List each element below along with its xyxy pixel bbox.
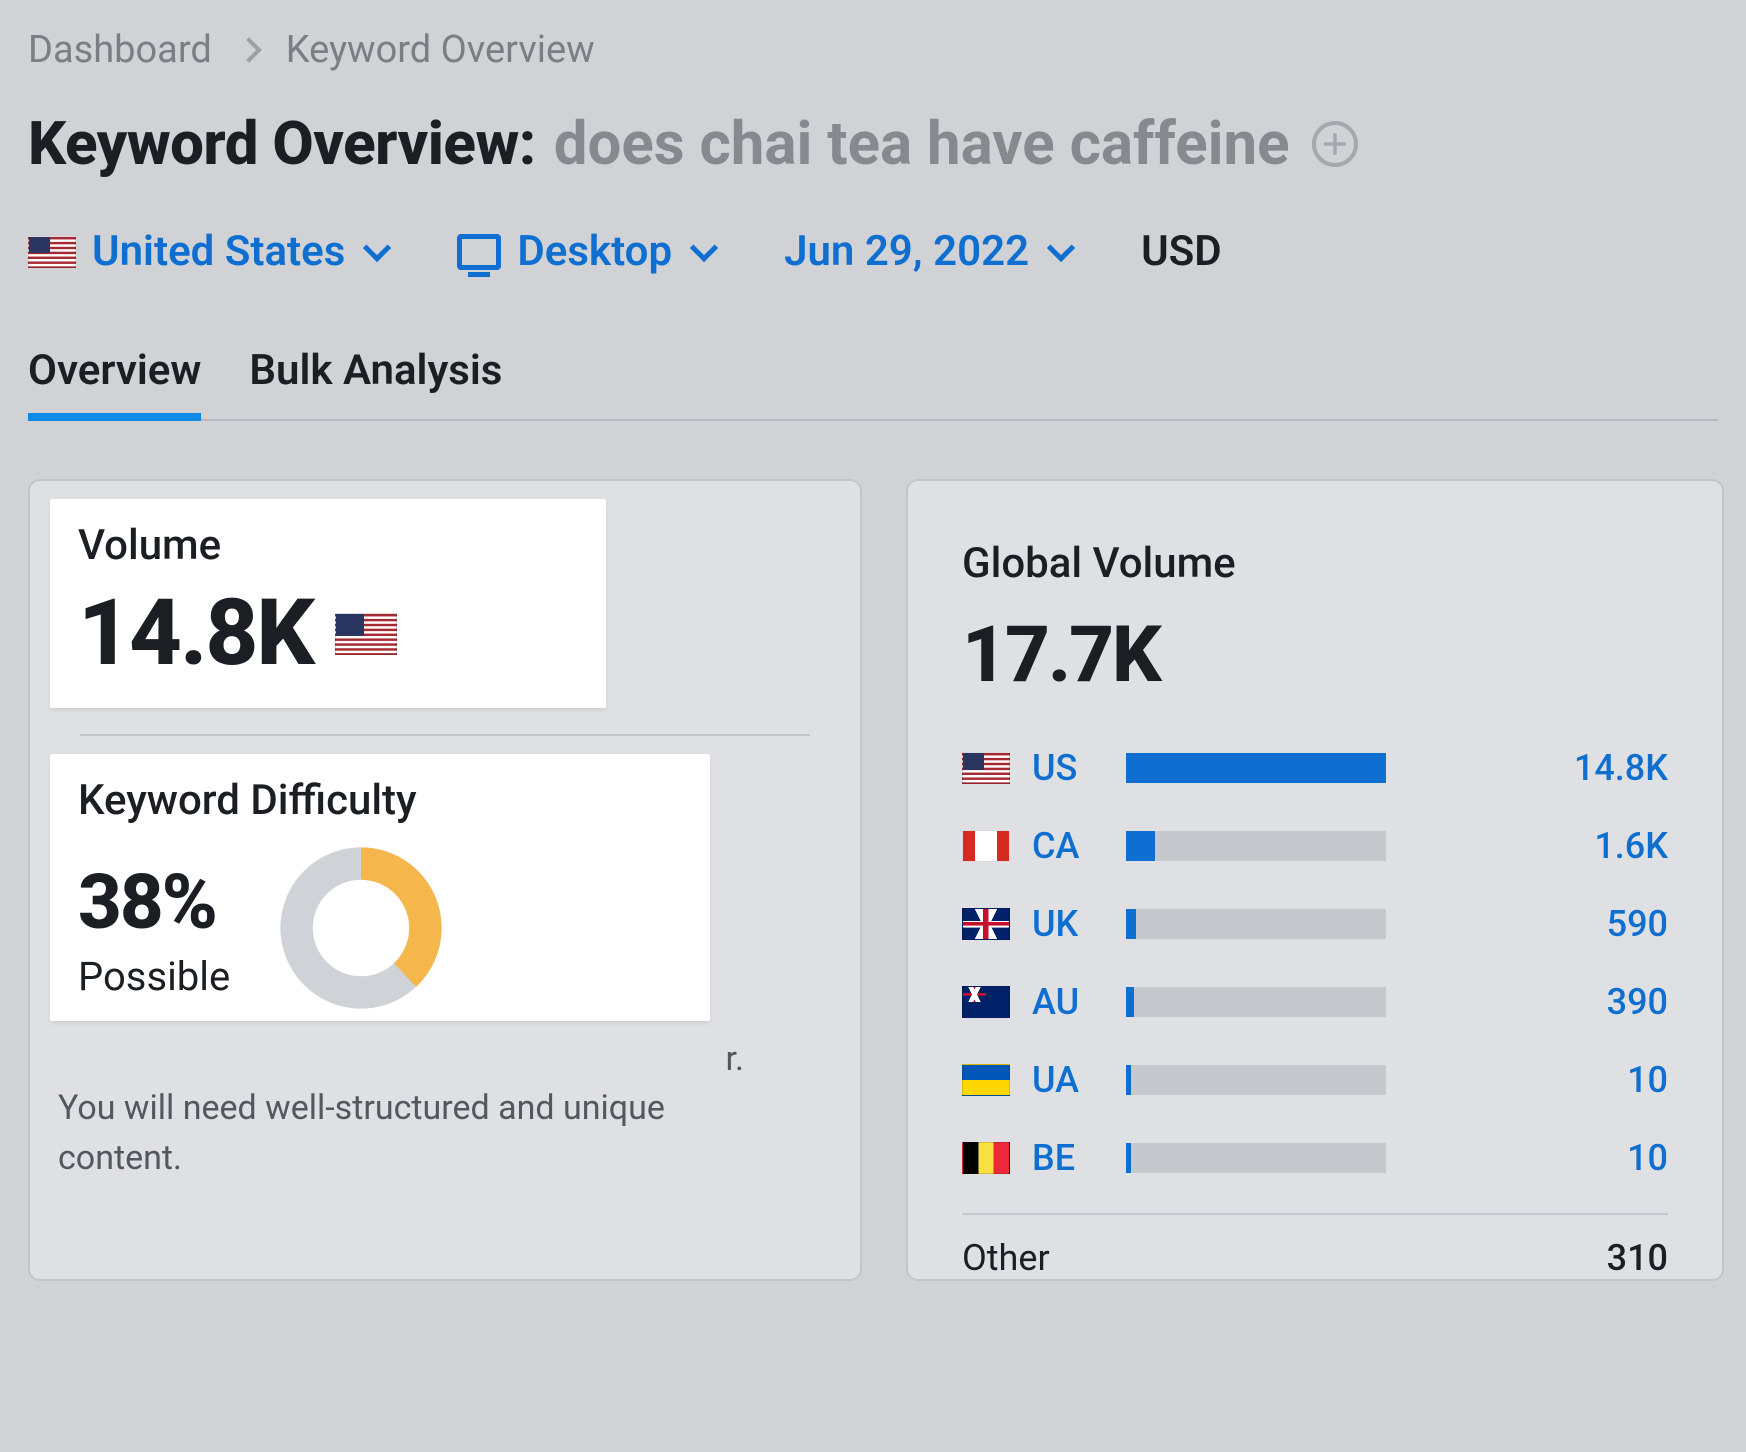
chevron-down-icon	[363, 233, 391, 261]
device-filter[interactable]: Desktop	[457, 227, 714, 276]
country-filter[interactable]: United States	[28, 227, 387, 276]
country-row[interactable]: UK 590	[962, 903, 1668, 945]
country-code: US	[1032, 747, 1104, 789]
country-code: CA	[1032, 825, 1104, 867]
date-filter-label: Jun 29, 2022	[784, 227, 1029, 276]
be-flag-icon	[962, 1142, 1010, 1174]
us-flag-icon	[962, 752, 1010, 784]
desktop-icon	[457, 234, 501, 270]
volume-bar	[1126, 1143, 1386, 1173]
au-flag-icon	[962, 986, 1010, 1018]
kd-description: r. You will need well-structured and uni…	[58, 1035, 778, 1183]
country-code: AU	[1032, 981, 1104, 1023]
page-title: Keyword Overview: does chai tea have caf…	[28, 108, 1718, 179]
title-query: does chai tea have caffeine	[554, 108, 1290, 179]
tabs: Overview Bulk Analysis	[28, 346, 1718, 421]
breadcrumb-dashboard[interactable]: Dashboard	[28, 28, 212, 72]
country-row-other: Other 310	[962, 1237, 1668, 1279]
country-row[interactable]: BE 10	[962, 1137, 1668, 1179]
country-value: 590	[1538, 903, 1668, 945]
chevron-right-icon	[236, 37, 261, 62]
country-value: 14.8K	[1538, 747, 1668, 789]
country-value: 1.6K	[1538, 825, 1668, 867]
country-code: BE	[1032, 1137, 1104, 1179]
volume-bar	[1126, 1065, 1386, 1095]
add-keyword-button[interactable]	[1312, 121, 1358, 167]
title-label: Keyword Overview:	[28, 108, 536, 179]
filter-bar: United States Desktop Jun 29, 2022 USD	[28, 227, 1718, 276]
tab-overview[interactable]: Overview	[28, 346, 201, 421]
volume-label: Volume	[78, 521, 578, 570]
country-row[interactable]: US 14.8K	[962, 747, 1668, 789]
device-filter-label: Desktop	[517, 227, 672, 276]
global-volume-card: Global Volume 17.7K US 14.8K CA 1.6K UK 590 AU…	[906, 479, 1724, 1281]
volume-block: Volume 14.8K	[50, 499, 606, 708]
country-row[interactable]: UA 10	[962, 1059, 1668, 1101]
country-row[interactable]: AU 390	[962, 981, 1668, 1023]
country-value: 10	[1538, 1059, 1668, 1101]
country-list: US 14.8K CA 1.6K UK 590 AU 390 UA 10 BE 10	[962, 747, 1668, 1179]
country-filter-label: United States	[92, 227, 345, 276]
kd-rating: Possible	[78, 953, 230, 1000]
country-value: 390	[1538, 981, 1668, 1023]
kd-donut-chart	[276, 843, 446, 1013]
other-label: Other	[962, 1237, 1050, 1279]
global-volume-label: Global Volume	[962, 539, 1668, 588]
country-code: UK	[1032, 903, 1104, 945]
volume-card: Volume 14.8K Keyword Difficulty 38% Poss…	[28, 479, 862, 1281]
us-flag-icon	[28, 236, 76, 268]
volume-bar	[1126, 909, 1386, 939]
date-filter[interactable]: Jun 29, 2022	[784, 227, 1071, 276]
other-value: 310	[1538, 1237, 1668, 1279]
volume-bar	[1126, 831, 1386, 861]
uk-flag-icon	[962, 908, 1010, 940]
breadcrumb: Dashboard Keyword Overview	[28, 28, 1718, 72]
ca-flag-icon	[962, 830, 1010, 862]
kd-percent: 38%	[78, 857, 230, 947]
plus-icon	[1321, 130, 1349, 158]
country-row[interactable]: CA 1.6K	[962, 825, 1668, 867]
keyword-difficulty-block: Keyword Difficulty 38% Possible	[50, 754, 710, 1021]
divider	[80, 734, 810, 736]
kd-label: Keyword Difficulty	[78, 776, 682, 825]
chevron-down-icon	[690, 233, 718, 261]
us-flag-icon	[335, 613, 397, 655]
volume-value: 14.8K	[78, 588, 578, 680]
volume-bar	[1126, 753, 1386, 783]
divider	[962, 1213, 1668, 1215]
country-value: 10	[1538, 1137, 1668, 1179]
ua-flag-icon	[962, 1064, 1010, 1096]
volume-bar	[1126, 987, 1386, 1017]
breadcrumb-page: Keyword Overview	[286, 28, 595, 72]
tab-bulk-analysis[interactable]: Bulk Analysis	[249, 346, 502, 419]
country-code: UA	[1032, 1059, 1104, 1101]
global-volume-value: 17.7K	[962, 610, 1668, 701]
currency-label: USD	[1141, 227, 1222, 276]
chevron-down-icon	[1047, 233, 1075, 261]
